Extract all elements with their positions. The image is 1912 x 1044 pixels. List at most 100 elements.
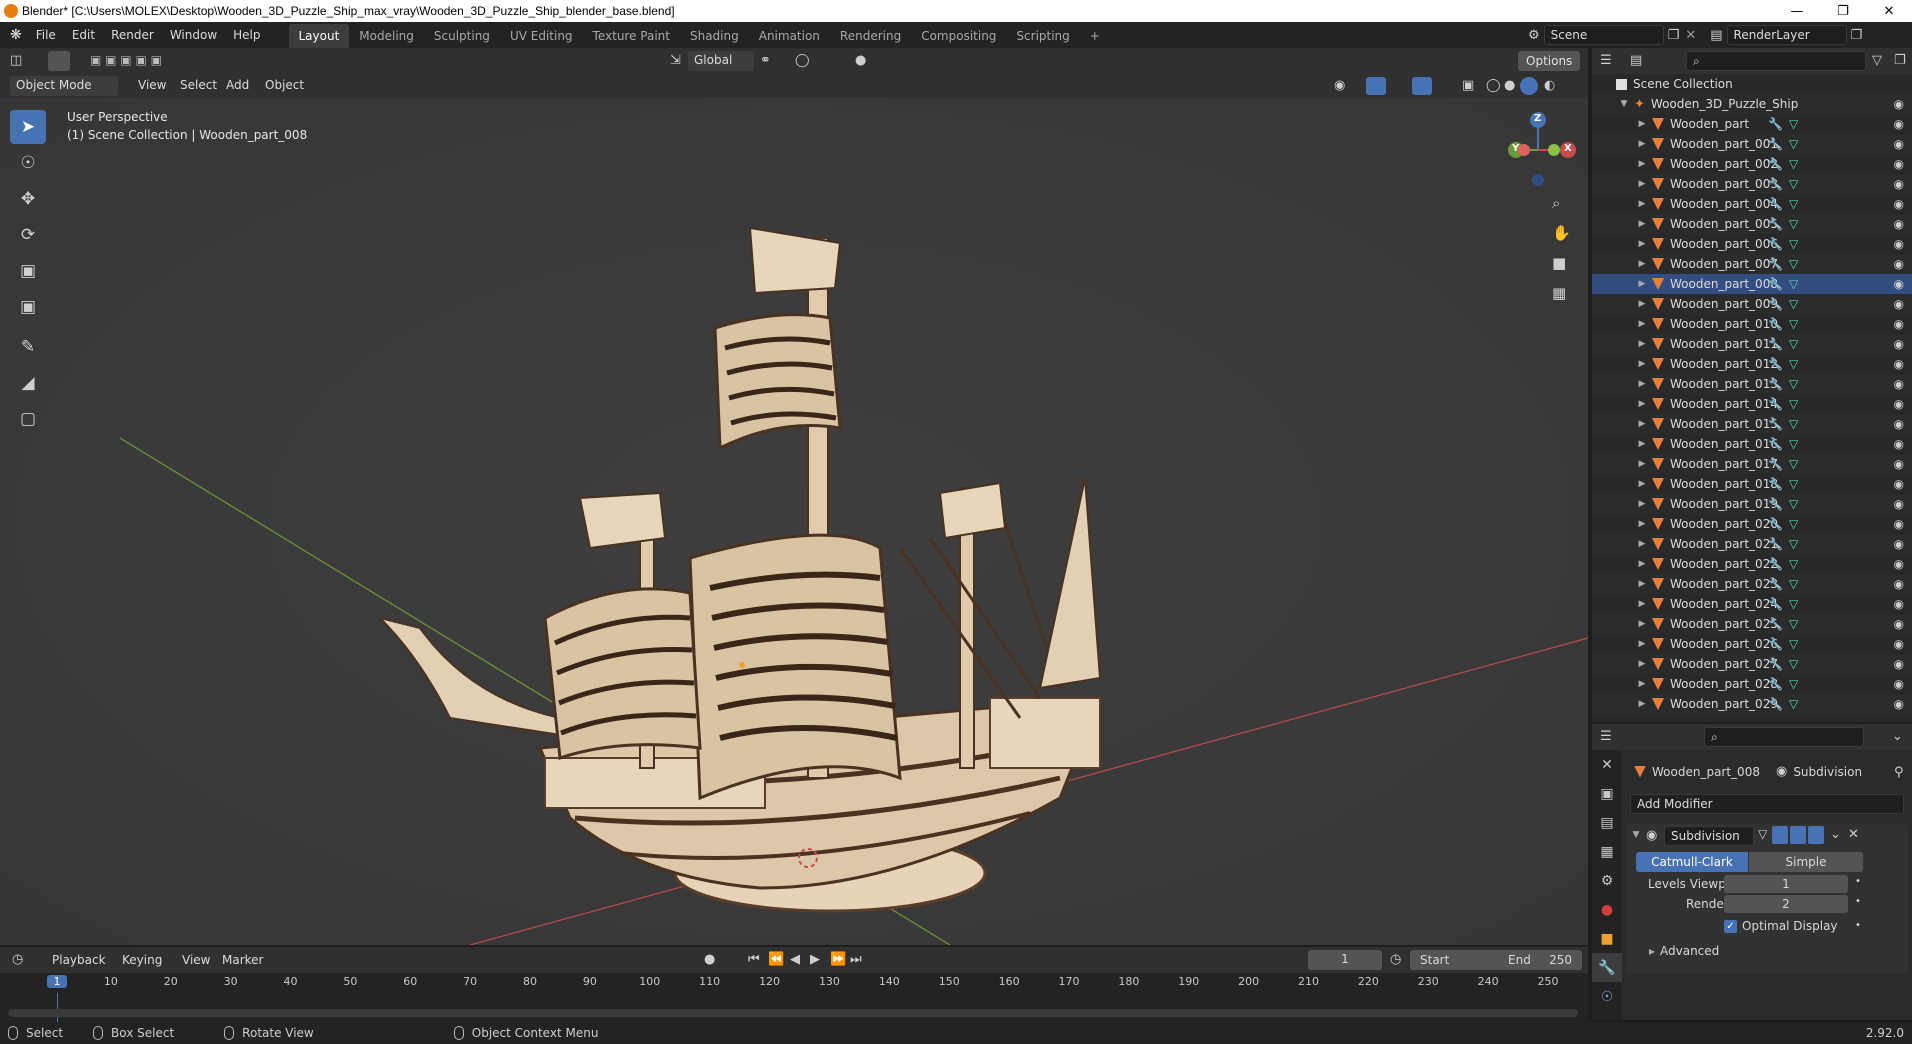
annotate-tool-icon[interactable]: ✎	[10, 330, 46, 364]
mesh-data-icon[interactable]: ▽	[1789, 677, 1798, 691]
menu-window[interactable]: Window	[162, 24, 225, 46]
mesh-data-icon[interactable]: ▽	[1789, 497, 1798, 511]
modifier-wrench-icon[interactable]: 🔧	[1768, 297, 1783, 311]
visibility-eye-icon[interactable]: ◉	[1894, 237, 1904, 251]
expand-chevron-icon[interactable]: ▶	[1636, 299, 1648, 309]
mode-dropdown[interactable]: Object Mode	[10, 76, 118, 96]
scene-selector[interactable]: Scene	[1543, 25, 1664, 45]
visibility-eye-icon[interactable]: ◉	[1894, 657, 1904, 671]
modifier-wrench-icon[interactable]: 🔧	[1768, 437, 1783, 451]
menu-render[interactable]: Render	[103, 24, 162, 46]
expand-chevron-icon[interactable]: ▶	[1636, 319, 1648, 329]
new-layer-icon[interactable]: ❐	[1851, 28, 1863, 43]
outliner-item[interactable]: ▶ Wooden_part_024 🔧 ▽ ◉	[1592, 594, 1912, 614]
mesh-data-icon[interactable]: ▽	[1789, 117, 1798, 131]
outliner-item[interactable]: ▶ Wooden_part_009 🔧 ▽ ◉	[1592, 294, 1912, 314]
visibility-eye-icon[interactable]: ◉	[1894, 217, 1904, 231]
jump-start-icon[interactable]: ⏮	[748, 952, 760, 967]
tab-rendering[interactable]: Rendering	[830, 24, 911, 48]
visibility-eye-icon[interactable]: ◉	[1894, 357, 1904, 371]
visibility-eye-icon[interactable]: ◉	[1894, 437, 1904, 451]
outliner-item[interactable]: ▶ Wooden_part_011 🔧 ▽ ◉	[1592, 334, 1912, 354]
view-layer-tab-icon[interactable]: ▦	[1592, 837, 1622, 866]
play-icon[interactable]: ▶	[810, 952, 820, 967]
outliner-item[interactable]: ▶ Wooden_part_015 🔧 ▽ ◉	[1592, 414, 1912, 434]
outliner-item[interactable]: ▶ Wooden_part_010 🔧 ▽ ◉	[1592, 314, 1912, 334]
scene-tab-icon[interactable]: ⚙	[1592, 866, 1622, 895]
modifier-wrench-icon[interactable]: 🔧	[1768, 677, 1783, 691]
visibility-eye-icon[interactable]: ◉	[1894, 317, 1904, 331]
expand-chevron-icon[interactable]: ▶	[1636, 199, 1648, 209]
visibility-eye-icon[interactable]: ◉	[1894, 377, 1904, 391]
render-toggle-icon[interactable]	[1808, 826, 1824, 844]
particles-tab-icon[interactable]: ☉	[1592, 982, 1622, 1011]
visibility-eye-icon[interactable]: ◉	[1894, 277, 1904, 291]
expand-chevron-icon[interactable]: ▶	[1636, 479, 1648, 489]
viewport-display-toggle-icon[interactable]	[1790, 826, 1806, 844]
mesh-data-icon[interactable]: ▽	[1789, 137, 1798, 151]
mesh-data-icon[interactable]: ▽	[1789, 397, 1798, 411]
pin-icon[interactable]: ⚲	[1894, 765, 1904, 780]
outliner-item[interactable]: ▶ Wooden_part_006 🔧 ▽ ◉	[1592, 234, 1912, 254]
rendered-shading-icon[interactable]: ◐	[1544, 78, 1555, 93]
mesh-data-icon[interactable]: ▽	[1789, 377, 1798, 391]
perspective-toggle-icon[interactable]: ▦	[1552, 284, 1566, 302]
expand-chevron-icon[interactable]: ▶	[1636, 219, 1648, 229]
visibility-eye-icon[interactable]: ◉	[1894, 617, 1904, 631]
modifier-wrench-icon[interactable]: 🔧	[1768, 317, 1783, 331]
visibility-eye-icon[interactable]: ◉	[1894, 477, 1904, 491]
mesh-data-icon[interactable]: ▽	[1789, 197, 1798, 211]
outliner-item[interactable]: ▶ Wooden_part_016 🔧 ▽ ◉	[1592, 434, 1912, 454]
world-tab-icon[interactable]: ●	[1592, 895, 1622, 924]
mesh-data-icon[interactable]: ▽	[1789, 297, 1798, 311]
output-tab-icon[interactable]: ▤	[1592, 808, 1622, 837]
mesh-data-icon[interactable]: ▽	[1789, 277, 1798, 291]
modifier-wrench-icon[interactable]: 🔧	[1768, 657, 1783, 671]
expand-chevron-icon[interactable]: ▶	[1636, 399, 1648, 409]
close-window-button[interactable]: ✕	[1866, 0, 1912, 22]
modifier-dropdown-icon[interactable]: ⌄	[1830, 827, 1841, 842]
optimal-display-checkbox[interactable]: ✓	[1724, 920, 1737, 933]
add-workspace-icon[interactable]: +	[1080, 24, 1110, 48]
mesh-data-icon[interactable]: ▽	[1789, 637, 1798, 651]
modifier-wrench-icon[interactable]: 🔧	[1768, 377, 1783, 391]
render-tab-icon[interactable]: ▣	[1592, 779, 1622, 808]
tab-sculpting[interactable]: Sculpting	[424, 24, 500, 48]
visibility-eye-icon[interactable]: ◉	[1894, 597, 1904, 611]
visibility-eye-icon[interactable]: ◉	[1894, 117, 1904, 131]
mesh-data-icon[interactable]: ▽	[1789, 217, 1798, 231]
outliner-item[interactable]: ▶ Wooden_part_026 🔧 ▽ ◉	[1592, 634, 1912, 654]
expand-chevron-icon[interactable]: ▶	[1636, 519, 1648, 529]
viewport-menu-object[interactable]: Object	[257, 74, 312, 96]
expand-chevron-icon[interactable]: ▶	[1636, 179, 1648, 189]
menu-help[interactable]: Help	[225, 24, 268, 46]
outliner-item[interactable]: ▶ Wooden_part_005 🔧 ▽ ◉	[1592, 214, 1912, 234]
outliner-scene-collection[interactable]: Scene Collection	[1592, 74, 1912, 94]
visibility-eye-icon[interactable]: ◉	[1894, 517, 1904, 531]
visibility-eye-icon[interactable]: ◉	[1894, 257, 1904, 271]
visibility-eye-icon[interactable]: ◉	[1894, 157, 1904, 171]
visibility-eye-icon[interactable]: ◉	[1894, 537, 1904, 551]
outliner-item[interactable]: ▶ Wooden_part_028 🔧 ▽ ◉	[1592, 674, 1912, 694]
gizmo-toggle-button[interactable]	[1366, 77, 1386, 95]
3d-viewport[interactable]: User Perspective (1) Scene Collection | …	[0, 98, 1588, 945]
visibility-eye-icon[interactable]: ◉	[1894, 137, 1904, 151]
visibility-eye-icon[interactable]: ◉	[1894, 697, 1904, 711]
preview-range-clock-icon[interactable]: ◷	[1390, 952, 1401, 967]
minimize-button[interactable]: —	[1774, 0, 1820, 22]
mesh-data-icon[interactable]: ▽	[1789, 337, 1798, 351]
visibility-eye-icon[interactable]: ◉	[1894, 457, 1904, 471]
timeline-editor-type-icon[interactable]: ◷	[12, 952, 23, 967]
mesh-data-icon[interactable]: ▽	[1789, 437, 1798, 451]
mesh-data-icon[interactable]: ▽	[1789, 537, 1798, 551]
editor-type-icon[interactable]: ◫	[10, 53, 22, 68]
render-levels-field[interactable]: 2	[1724, 895, 1848, 913]
mesh-data-icon[interactable]: ▽	[1789, 617, 1798, 631]
mesh-data-icon[interactable]: ▽	[1789, 577, 1798, 591]
expand-chevron-icon[interactable]: ▶	[1636, 159, 1648, 169]
timeline-body[interactable]: 1 10 20 30 40 50 60 70 80 90 100 110 120 130 140 150 160…	[0, 973, 1588, 1023]
modifier-wrench-icon[interactable]: 🔧	[1768, 357, 1783, 371]
viewport-menu-add[interactable]: Add	[218, 74, 257, 96]
visibility-icon[interactable]: ◉	[1334, 78, 1345, 93]
advanced-expand-icon[interactable]: ▶	[1646, 947, 1658, 956]
